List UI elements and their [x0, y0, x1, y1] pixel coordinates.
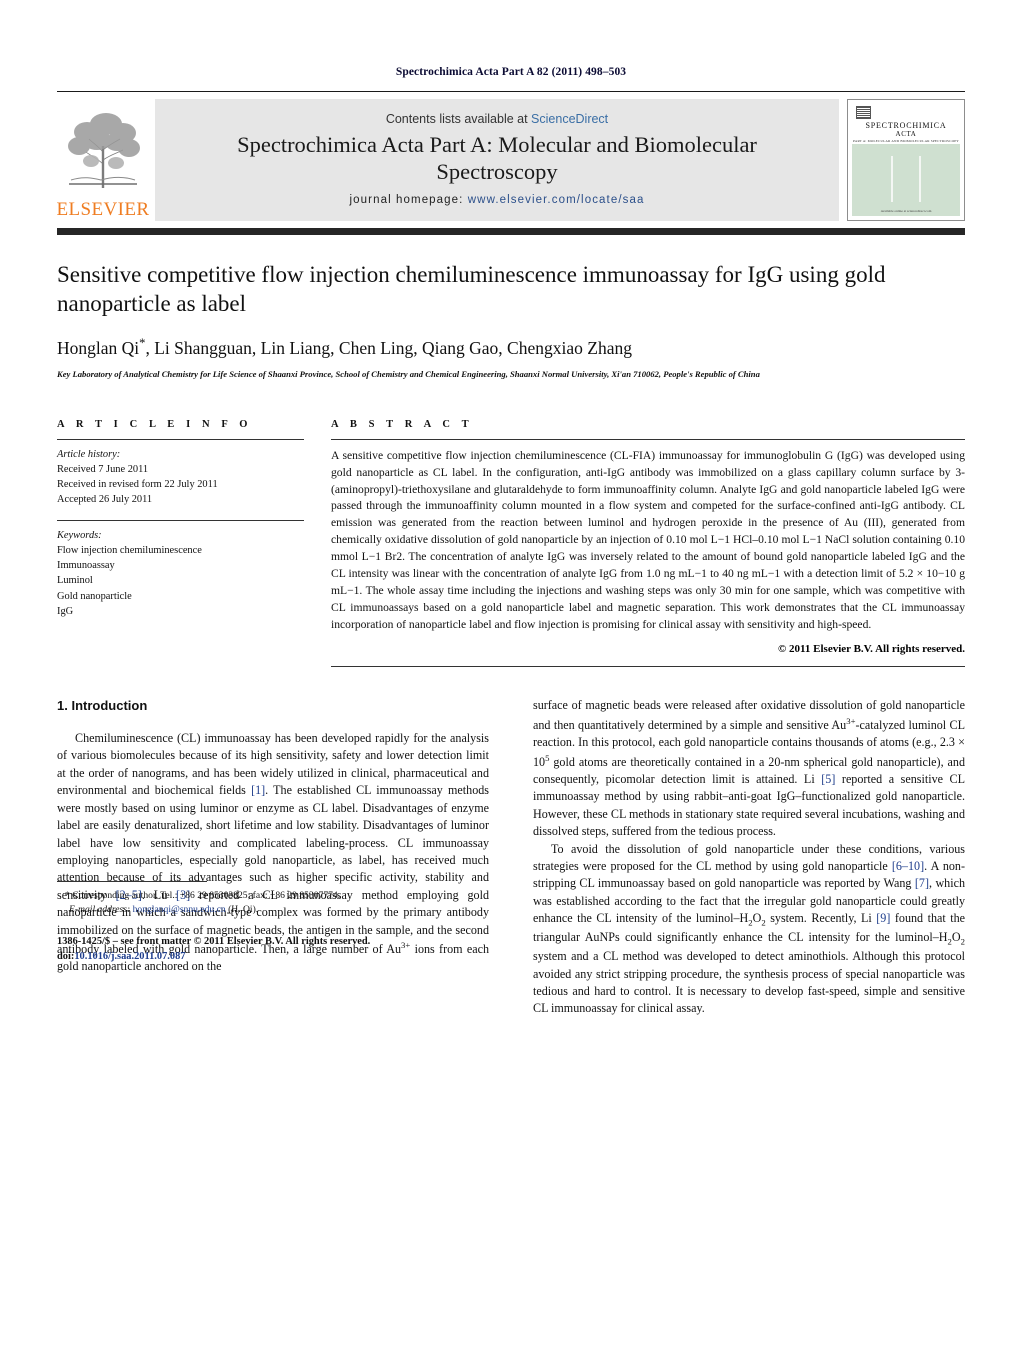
issn-copyright-block: 1386-1425/$ – see front matter © 2011 El… — [57, 934, 489, 965]
citation-9[interactable]: [9] — [876, 911, 890, 925]
corresponding-author-note: * Corresponding author. Tel.: +86 29 853… — [57, 889, 489, 917]
doi-link[interactable]: 10.1016/j.saa.2011.07.087 — [74, 951, 185, 962]
issn-line: 1386-1425/$ – see front matter © 2011 El… — [57, 935, 371, 947]
cover-title-line1: SPECTROCHIMICA — [865, 121, 947, 130]
cover-inner: SPECTROCHIMICA ACTA PART A: MOLECULAR AN… — [852, 104, 960, 216]
keyword-2: Luminol — [57, 575, 93, 587]
keywords-label: Keywords: — [57, 530, 102, 542]
history-item-0: Received 7 June 2011 — [57, 463, 149, 475]
cover-graphic — [852, 156, 960, 202]
header-rule — [57, 91, 965, 92]
keyword-4: IgG — [57, 605, 74, 617]
email-link[interactable]: honglanqi@snnu.edu.cn — [133, 904, 226, 915]
affiliation: Key Laboratory of Analytical Chemistry f… — [57, 368, 760, 379]
cover-subtitle: PART A: MOLECULAR AND BIOMOLECULAR SPECT… — [853, 139, 959, 143]
cover-top: SPECTROCHIMICA ACTA PART A: MOLECULAR AN… — [852, 104, 960, 144]
cover-footer: Available online at sciencedirect.com — [880, 209, 932, 213]
body-column-left: 1. Introduction Chemiluminescence (CL) i… — [57, 697, 489, 1017]
citation-5[interactable]: [5] — [821, 772, 835, 786]
homepage-url[interactable]: www.elsevier.com/locate/saa — [468, 194, 645, 206]
paper-page: Spectrochimica Acta Part A 82 (2011) 498… — [0, 0, 1021, 1351]
citation-7[interactable]: [7] — [915, 876, 929, 890]
keywords-rule — [57, 520, 304, 522]
article-title: Sensitive competitive flow injection che… — [57, 262, 886, 317]
abstract-column: A B S T R A C T A sensitive competitive … — [331, 418, 965, 668]
article-info-heading: A R T I C L E I N F O — [57, 418, 253, 430]
corresponding-marker: * — [65, 889, 70, 901]
title-block: Sensitive competitive flow injection che… — [57, 260, 965, 380]
journal-cover-thumbnail: SPECTROCHIMICA ACTA PART A: MOLECULAR AN… — [847, 99, 965, 221]
column-gap — [304, 419, 331, 667]
email-suffix: (H. Qi). — [228, 903, 259, 915]
masthead-dark-bar — [57, 228, 965, 235]
introduction-heading: 1. Introduction — [57, 698, 148, 714]
masthead-center: Contents lists available at ScienceDirec… — [155, 99, 839, 221]
journal-homepage: journal homepage: www.elsevier.com/locat… — [350, 194, 645, 206]
citation-1[interactable]: [1] — [251, 783, 265, 797]
history-item-1: Received in revised form 22 July 2011 — [57, 479, 218, 491]
body-column-right: surface of magnetic beads were released … — [533, 697, 965, 1017]
citation-6-10[interactable]: [6–10] — [892, 859, 924, 873]
intro-paragraph-right-2: To avoid the dissolution of gold nanopar… — [533, 841, 965, 1016]
journal-masthead: ELSEVIER Contents lists available at Sci… — [57, 99, 965, 221]
elsevier-wordmark: ELSEVIER — [56, 199, 150, 220]
doi-label: doi: — [57, 951, 75, 963]
elsevier-logo: ELSEVIER — [57, 99, 149, 221]
intro-paragraph-right-1: surface of magnetic beads were released … — [533, 698, 966, 839]
abstract-bottom-rule — [331, 666, 965, 668]
keywords-block: Keywords: Flow injection chemiluminescen… — [57, 528, 304, 618]
contents-prefix: Contents lists available at — [385, 111, 532, 126]
journal-title: Spectrochimica Acta Part A: Molecular an… — [237, 131, 757, 184]
abstract-heading: A B S T R A C T — [331, 418, 474, 430]
footnote-block: * Corresponding author. Tel.: +86 29 853… — [57, 880, 489, 965]
article-info-column: A R T I C L E I N F O Article history: R… — [57, 419, 304, 667]
abstract-copyright: © 2011 Elsevier B.V. All rights reserved… — [778, 643, 965, 656]
author-list: Honglan Qi*, Li Shangguan, Lin Liang, Ch… — [57, 335, 632, 358]
homepage-label: journal homepage: — [349, 194, 464, 207]
keyword-1: Immunoassay — [57, 560, 115, 572]
article-info-rule — [57, 438, 304, 440]
abstract-rule — [331, 438, 965, 440]
contents-available-line: Contents lists available at ScienceDirec… — [386, 112, 608, 126]
corresponding-text: Corresponding author. Tel.: +86 29 85303… — [72, 889, 341, 901]
sciencedirect-link[interactable]: ScienceDirect — [531, 112, 608, 126]
running-head: Spectrochimica Acta Part A 82 (2011) 498… — [395, 66, 627, 78]
article-history: Article history: Received 7 June 2011 Re… — [57, 447, 304, 507]
info-abstract-region: A R T I C L E I N F O Article history: R… — [57, 418, 965, 668]
keyword-3: Gold nanoparticle — [57, 590, 132, 602]
footnote-rule — [57, 880, 207, 882]
body-columns: 1. Introduction Chemiluminescence (CL) i… — [57, 697, 965, 1017]
abstract-text: A sensitive competitive flow injection c… — [331, 448, 965, 631]
elsevier-tree-icon — [61, 106, 145, 198]
email-label: E-mail address: — [69, 903, 131, 915]
cover-publisher-icon — [856, 106, 871, 119]
keyword-0: Flow injection chemiluminescence — [57, 545, 202, 557]
cover-title-line2: ACTA — [895, 130, 917, 138]
history-item-2: Accepted 26 July 2011 — [57, 494, 153, 506]
article-history-label: Article history: — [57, 448, 121, 460]
